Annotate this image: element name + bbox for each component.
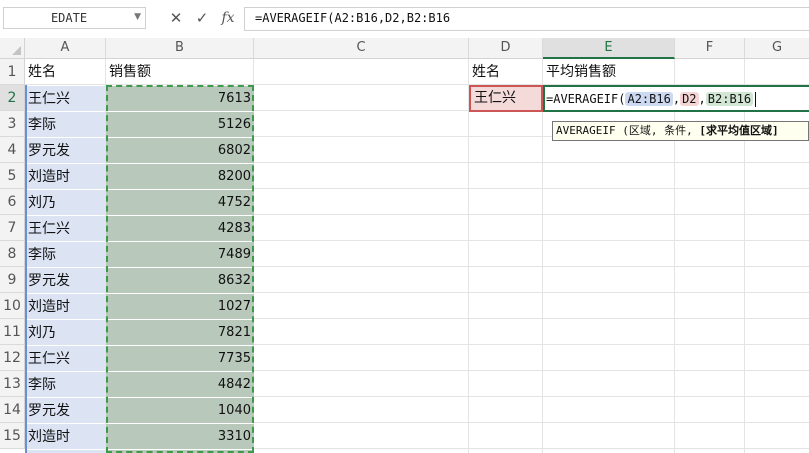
column-header-c[interactable]: C — [254, 38, 469, 59]
cell-name[interactable]: 李际 — [25, 372, 106, 397]
cell-name[interactable]: 王仁兴 — [25, 86, 106, 111]
cell-sales[interactable]: 4283 — [106, 216, 254, 241]
cell-name[interactable]: 刘造时 — [25, 164, 106, 189]
text-caret — [755, 92, 757, 107]
row-header[interactable]: 5 — [0, 163, 25, 189]
cell-sales[interactable]: 6802 — [106, 138, 254, 163]
cell-name[interactable]: 罗元发 — [25, 268, 106, 293]
cell-d1[interactable]: 姓名 — [469, 59, 543, 85]
cell-a1[interactable]: 姓名 — [25, 59, 106, 85]
column-header-f[interactable]: F — [675, 38, 745, 59]
cell-name[interactable]: 李际 — [25, 112, 106, 137]
row-header[interactable]: 1 — [0, 59, 25, 85]
formula-input[interactable]: =AVERAGEIF(A2:B16,D2,B2:B16 — [244, 7, 809, 31]
cell-name[interactable]: 李际 — [25, 242, 106, 267]
tooltip-text: AVERAGEIF (区域, 条件, — [556, 124, 700, 137]
cell-name[interactable]: 罗元发 — [25, 138, 106, 163]
cell-sales[interactable]: 4752 — [106, 190, 254, 215]
cell-sales[interactable]: 8200 — [106, 164, 254, 189]
confirm-icon[interactable]: ✓ — [192, 8, 212, 28]
cell-sales[interactable]: 4842 — [106, 372, 254, 397]
row-header[interactable]: 3 — [0, 111, 25, 137]
reference-range-edge — [25, 85, 27, 453]
insert-function-icon[interactable]: fx — [218, 8, 238, 28]
cell-sales[interactable]: 1040 — [106, 398, 254, 423]
separator: , — [672, 92, 681, 106]
cell-e2-editing[interactable]: =AVERAGEIF(A2:B16, D2, B2:B16 — [543, 85, 809, 112]
name-box-value: EDATE — [50, 11, 88, 25]
row-header[interactable]: 4 — [0, 137, 25, 163]
row-header[interactable]: 13 — [0, 371, 25, 397]
name-box[interactable]: EDATE ▼ — [3, 7, 146, 29]
column-header-b[interactable]: B — [106, 38, 254, 59]
row-header[interactable]: 7 — [0, 215, 25, 241]
row-header[interactable]: 2 — [0, 85, 25, 111]
row-header[interactable]: 12 — [0, 345, 25, 371]
cell-sales[interactable]: 5126 — [106, 112, 254, 137]
row-header[interactable]: 14 — [0, 397, 25, 423]
cell-name[interactable]: 罗元发 — [25, 398, 106, 423]
cell-sales[interactable]: 3310 — [106, 424, 254, 449]
chevron-down-icon[interactable]: ▼ — [134, 12, 141, 22]
cell-e1[interactable]: 平均销售额 — [543, 59, 675, 85]
gridline — [542, 59, 543, 453]
cell-sales[interactable]: 7735 — [106, 346, 254, 371]
cell-name[interactable]: 刘造时 — [25, 424, 106, 449]
column-header-e[interactable]: E — [543, 38, 675, 59]
row-header[interactable]: 9 — [0, 267, 25, 293]
gridline — [468, 59, 469, 453]
row-header[interactable]: 11 — [0, 319, 25, 345]
row-header[interactable]: 15 — [0, 423, 25, 449]
edit-prefix: =AVERAGEIF( — [546, 92, 626, 106]
cancel-icon[interactable]: ✕ — [166, 8, 186, 28]
gridline — [674, 59, 675, 453]
cell-b1[interactable]: 销售额 — [106, 59, 254, 85]
ref-range-1[interactable]: A2:B16 — [625, 92, 673, 106]
cell-name[interactable]: 王仁兴 — [25, 216, 106, 241]
select-all-icon — [12, 46, 21, 55]
cell-sales[interactable]: 8632 — [106, 268, 254, 293]
tooltip-current-arg: [求平均值区域] — [699, 124, 779, 137]
formula-bar: EDATE ▼ ✕ ✓ fx =AVERAGEIF(A2:B16,D2,B2:B… — [0, 0, 809, 39]
column-header-g[interactable]: G — [745, 38, 809, 59]
cell-sales[interactable]: 7489 — [106, 242, 254, 267]
cell-sales[interactable]: 7613 — [106, 86, 254, 111]
gridline — [744, 59, 745, 453]
row-header[interactable]: 8 — [0, 241, 25, 267]
edit-formula: =AVERAGEIF(A2:B16, D2, B2:B16 — [546, 90, 757, 108]
cell-name[interactable]: 刘乃 — [25, 320, 106, 345]
separator: , — [698, 92, 706, 106]
column-header-d[interactable]: D — [469, 38, 543, 59]
column-header-a[interactable]: A — [25, 38, 106, 59]
row-header[interactable]: 10 — [0, 293, 25, 319]
select-all-corner[interactable] — [0, 38, 25, 59]
cell-name[interactable]: 刘造时 — [25, 294, 106, 319]
ref-average-range[interactable]: B2:B16 — [705, 92, 754, 106]
cell-name[interactable]: 刘乃 — [25, 190, 106, 215]
cell-sales[interactable]: 1027 — [106, 294, 254, 319]
formula-text: =AVERAGEIF(A2:B16,D2,B2:B16 — [255, 11, 451, 25]
row-header[interactable]: 6 — [0, 189, 25, 215]
cell-name[interactable]: 王仁兴 — [25, 346, 106, 371]
cell-d2-criteria[interactable]: 王仁兴 — [469, 85, 543, 112]
function-tooltip: AVERAGEIF (区域, 条件, [求平均值区域] — [552, 121, 809, 141]
ref-criteria[interactable]: D2 — [680, 92, 699, 106]
cell-sales[interactable]: 7821 — [106, 320, 254, 345]
